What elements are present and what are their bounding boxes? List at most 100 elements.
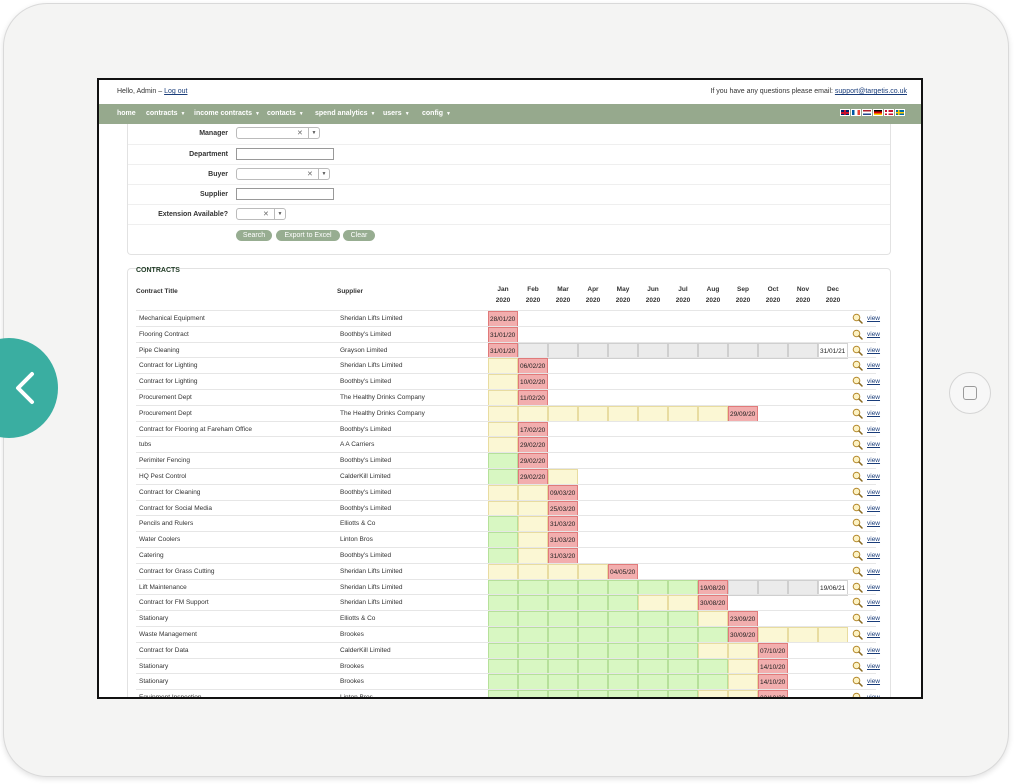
manager-select[interactable]: ✕ ▼ [236,127,320,139]
magnifier-icon[interactable] [852,329,863,340]
contract-title: Procurement Dept [139,394,192,401]
view-link[interactable]: view [867,631,880,638]
magnifier-icon[interactable] [852,455,863,466]
magnifier-icon[interactable] [852,424,863,435]
expiry-date-cell: 31/03/20 [548,516,578,533]
nav-contacts[interactable]: contacts ▼ [267,110,304,117]
search-button[interactable]: Search [236,230,272,241]
magnifier-icon[interactable] [852,313,863,324]
month-header-oct: Oct 2020 [758,284,788,306]
view-link[interactable]: view [867,362,880,369]
view-link[interactable]: view [867,678,880,685]
magnifier-icon[interactable] [852,360,863,372]
view-link[interactable]: view [867,315,880,322]
contract-title: Contract for Cleaning [139,488,201,496]
timeline-cell [668,405,698,422]
nav-home[interactable]: home [117,110,136,117]
magnifier-icon[interactable] [852,582,863,593]
magnifier-icon[interactable] [852,661,863,672]
magnifier-icon[interactable] [852,613,863,624]
expiry-date-cell: 04/05/20 [608,563,638,580]
view-link[interactable]: view [867,552,880,559]
buyer-select[interactable]: ✕ ▼ [236,168,330,180]
view-link[interactable]: view [867,378,880,385]
view-link[interactable]: view [867,394,880,401]
view-link[interactable]: view [867,615,880,622]
clear-x-icon[interactable]: ✕ [297,129,303,137]
magnifier-icon[interactable] [852,692,863,699]
magnifier-icon[interactable] [852,550,863,561]
view-link[interactable]: view [867,331,880,338]
view-link[interactable]: view [867,473,880,480]
magnifier-icon[interactable] [852,566,863,577]
supplier-input[interactable] [236,188,334,200]
sweden-flag-icon[interactable] [895,109,905,116]
clear-x-icon[interactable]: ✕ [307,170,313,178]
timeline-cell [578,674,608,691]
view-link[interactable]: view [867,599,880,606]
view-link[interactable]: view [867,410,880,417]
magnifier-icon[interactable] [852,471,863,482]
contract-title: tubs [139,441,152,449]
view-link[interactable]: view [867,347,880,354]
magnifier-icon[interactable] [852,645,863,656]
uk-flag-icon[interactable] [840,109,850,116]
view-link[interactable]: view [867,426,880,433]
view-link[interactable]: view [867,505,880,512]
month-name: Jul [678,286,688,293]
magnifier-icon[interactable] [852,345,863,356]
magnifier-icon[interactable] [852,392,863,403]
magnifier-icon[interactable] [852,597,863,609]
nav-income-contracts[interactable]: income contracts ▼ [194,110,260,117]
chevron-down-icon: ▼ [446,111,451,117]
view-link[interactable]: view [867,441,880,448]
netherlands-flag-icon[interactable] [862,109,872,116]
clear-button[interactable]: Clear [343,230,375,241]
timeline-cell [638,342,668,359]
table-row: Contract for Data CalderKill Limited 07/10… [136,641,880,659]
export-excel-button[interactable]: Export to Excel [276,230,340,241]
magnifier-icon[interactable] [852,629,863,640]
timeline-cell [488,437,518,454]
germany-flag-icon[interactable] [873,109,883,116]
magnifier-icon[interactable] [852,503,863,514]
expiry-date-cell: 07/10/20 [758,642,788,659]
nav-spend-analytics[interactable]: spend analytics ▼ [315,110,375,117]
logout-link[interactable]: Log out [164,88,187,95]
magnifier-icon[interactable] [852,439,863,451]
dropdown-arrow-icon[interactable]: ▼ [318,169,329,179]
france-flag-icon[interactable] [851,109,861,116]
magnifier-icon[interactable] [852,518,863,530]
magnifier-icon[interactable] [852,487,863,498]
support-email-link[interactable]: support@targetis.co.uk [835,88,907,95]
magnifier-icon[interactable] [852,408,863,419]
magnifier-icon[interactable] [852,676,863,688]
view-link[interactable]: view [867,536,880,543]
extension-select[interactable]: ✕ ▼ [236,208,286,220]
expiry-date-cell: 29/02/20 [518,469,548,485]
dropdown-arrow-icon[interactable]: ▼ [274,209,285,219]
magnifier-icon[interactable] [852,376,863,387]
department-input[interactable] [236,148,334,160]
nav-contracts[interactable]: contracts ▼ [146,110,185,117]
contract-title: Contract for Grass Cutting [139,567,215,575]
view-link[interactable]: view [867,489,880,496]
magnifier-icon[interactable] [852,534,863,545]
timeline-cell [698,342,728,359]
view-link[interactable]: view [867,647,880,654]
denmark-flag-icon[interactable] [884,109,894,116]
nav-users[interactable]: users ▼ [383,110,410,117]
view-link[interactable]: view [867,694,880,697]
tablet-home-button[interactable] [949,372,991,414]
view-link[interactable]: view [867,584,880,591]
view-link[interactable]: view [867,568,880,575]
view-link[interactable]: view [867,663,880,670]
nav-config[interactable]: config ▼ [422,110,451,117]
view-link[interactable]: view [867,520,880,527]
view-link[interactable]: view [867,457,880,464]
chevron-left-icon [16,372,34,404]
timeline-cell [518,500,548,517]
clear-x-icon[interactable]: ✕ [263,210,269,218]
dropdown-arrow-icon[interactable]: ▼ [308,128,319,138]
contract-title: Stationary [139,615,169,623]
